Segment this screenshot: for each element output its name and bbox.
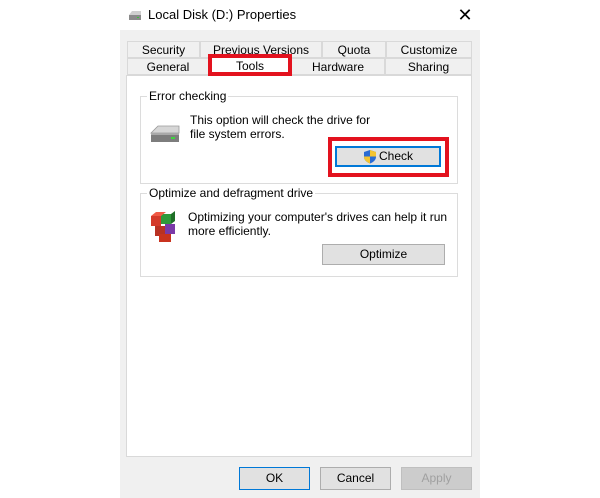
drive-icon <box>129 11 141 20</box>
check-button[interactable]: Check <box>335 146 441 167</box>
uac-shield-icon <box>363 150 376 164</box>
error-checking-legend: Error checking <box>147 89 229 103</box>
ok-button[interactable]: OK <box>239 467 310 490</box>
defrag-icon <box>151 211 175 242</box>
tab-general[interactable]: General <box>127 58 209 75</box>
tab-security[interactable]: Security <box>127 41 200 58</box>
tab-tools[interactable]: Tools <box>209 56 291 76</box>
tab-hardware[interactable]: Hardware <box>291 58 385 75</box>
apply-button[interactable]: Apply <box>401 467 472 490</box>
error-checking-description: This option will check the drive for fil… <box>190 113 371 141</box>
cancel-button[interactable]: Cancel <box>320 467 391 490</box>
optimize-description: Optimizing your computer's drives can he… <box>188 210 448 238</box>
close-button[interactable]: ✕ <box>452 2 478 28</box>
optimize-legend: Optimize and defragment drive <box>147 186 316 200</box>
optimize-button[interactable]: Optimize <box>322 244 445 265</box>
check-button-label: Check <box>378 149 413 163</box>
window-title: Local Disk (D:) Properties <box>148 7 297 22</box>
tab-quota[interactable]: Quota <box>322 41 386 58</box>
tab-customize[interactable]: Customize <box>386 41 472 58</box>
drive-icon <box>150 125 180 142</box>
tab-sharing[interactable]: Sharing <box>385 58 472 75</box>
